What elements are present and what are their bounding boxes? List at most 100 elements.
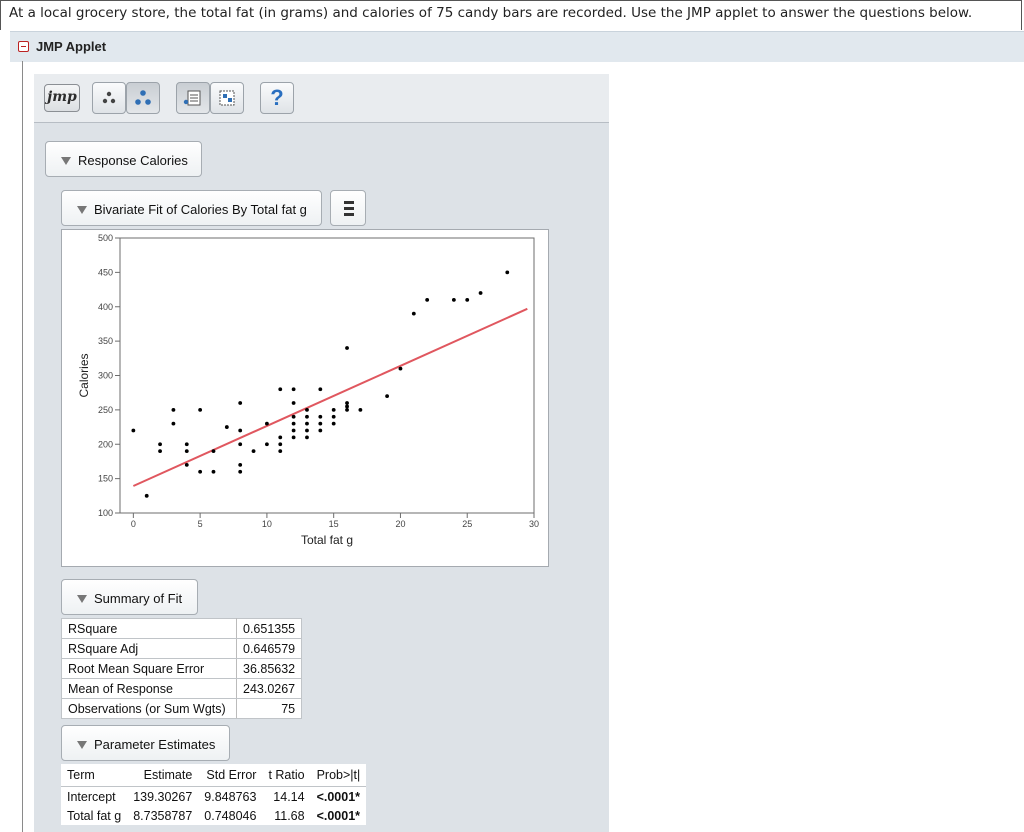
scatter-plot-svg: 100 150 200 250 300 350 400 450 500 0 5 10 15 20 25 30 T… <box>77 233 539 547</box>
scatter-chart: 100 150 200 250 300 350 400 450 500 0 5 10 15 20 25 30 T… <box>61 229 549 567</box>
data-point <box>184 462 189 467</box>
param-cell: 8.7358787 <box>133 808 193 823</box>
options-menu-button[interactable] <box>330 190 366 226</box>
y-tick-label: 250 <box>98 405 113 415</box>
data-point <box>238 442 243 447</box>
grid-icon <box>219 90 235 106</box>
fit-value: 75 <box>235 698 303 719</box>
y-tick-label: 300 <box>98 371 113 381</box>
x-tick-label: 10 <box>262 519 272 529</box>
fit-label: RSquare <box>61 618 237 639</box>
data-point <box>318 414 323 419</box>
data-point <box>318 421 323 426</box>
data-point <box>265 442 269 447</box>
y-tick-label: 350 <box>98 336 113 346</box>
data-point <box>305 407 309 412</box>
plot-area <box>119 237 535 514</box>
report-button[interactable] <box>176 82 210 114</box>
data-point <box>198 407 203 412</box>
data-point <box>184 449 189 454</box>
large-points-icon <box>135 90 151 105</box>
large-points-button[interactable] <box>126 82 160 114</box>
left-divider <box>22 61 23 832</box>
data-point <box>345 407 349 412</box>
data-point <box>158 449 162 454</box>
jmp-applet: jmp ? Response Calories Bivariate Fit of… <box>34 74 609 832</box>
data-point <box>305 414 309 419</box>
data-point <box>131 428 136 433</box>
menu-icon <box>344 207 354 210</box>
y-axis-label: Calories <box>77 353 91 397</box>
data-point <box>398 366 403 371</box>
x-tick-label: 0 <box>131 519 136 529</box>
fit-row: RSquare 0.651355 <box>61 618 303 639</box>
param-header-row: Term Estimate Std Error t Ratio Prob>|t| <box>61 764 367 787</box>
data-point <box>385 394 389 399</box>
param-cell: 0.748046 <box>204 808 257 823</box>
data-point <box>278 387 283 392</box>
param-header: Prob>|t| <box>310 764 367 787</box>
grid-button[interactable] <box>210 82 244 114</box>
y-tick-label: 450 <box>98 267 113 277</box>
response-calories-outline[interactable]: Response Calories <box>45 141 202 177</box>
applet-header[interactable]: JMP Applet <box>10 31 1024 62</box>
param-header: Term <box>61 764 128 787</box>
summary-of-fit-outline[interactable]: Summary of Fit <box>61 579 198 615</box>
menu-icon <box>344 201 354 204</box>
data-point <box>224 425 229 429</box>
data-point <box>291 435 296 440</box>
x-axis-label: Total fat g <box>301 533 353 547</box>
question-text: At a local grocery store, the total fat … <box>0 0 1022 30</box>
small-points-button[interactable] <box>92 82 126 114</box>
param-cell: 14.14 <box>273 789 305 804</box>
param-cell: Total fat g <box>67 808 122 823</box>
disclosure-triangle-icon <box>77 741 87 749</box>
data-point <box>278 449 283 454</box>
param-header: t Ratio <box>262 764 311 787</box>
parameter-estimates-outline[interactable]: Parameter Estimates <box>61 725 230 761</box>
data-point <box>451 297 456 302</box>
menu-icon <box>344 213 354 216</box>
param-cell: Intercept <box>67 789 116 804</box>
disclosure-triangle-icon <box>77 595 87 603</box>
outline-label: Summary of Fit <box>94 591 183 606</box>
disclosure-triangle-icon <box>77 206 87 214</box>
applet-toolbar: jmp ? <box>34 74 609 123</box>
data-point <box>211 469 216 474</box>
data-point <box>291 421 296 426</box>
data-point <box>238 469 243 474</box>
x-tick-label: 30 <box>529 519 539 529</box>
data-point <box>331 421 336 426</box>
x-tick-label: 20 <box>395 519 405 529</box>
param-row: Intercept 139.30267 9.848763 14.14 <.0001* <box>61 787 366 807</box>
data-point <box>425 297 430 302</box>
parameter-estimates-table: Term Estimate Std Error t Ratio Prob>|t| Inte… <box>61 764 367 825</box>
data-point <box>211 449 216 454</box>
x-tick-label: 5 <box>198 519 203 529</box>
disclosure-triangle-icon <box>61 157 71 165</box>
data-point <box>318 387 323 392</box>
collapse-icon[interactable] <box>18 41 29 52</box>
report-icon <box>183 90 201 106</box>
param-cell: <.0001* <box>316 808 361 823</box>
data-point <box>251 449 256 454</box>
data-point <box>171 421 176 426</box>
param-header: Estimate <box>127 764 199 787</box>
data-point <box>331 414 336 419</box>
fit-label: Root Mean Square Error <box>61 658 237 679</box>
data-point <box>305 421 309 426</box>
data-point <box>291 414 296 419</box>
outline-label: Bivariate Fit of Calories By Total fat g <box>94 202 307 217</box>
x-tick-label: 25 <box>462 519 472 529</box>
help-button[interactable]: ? <box>260 82 294 114</box>
data-point <box>238 428 243 433</box>
param-cell: 139.30267 <box>133 789 193 804</box>
data-point <box>305 428 309 433</box>
fit-label: Mean of Response <box>61 678 237 699</box>
bivariate-fit-outline[interactable]: Bivariate Fit of Calories By Total fat g <box>61 190 322 226</box>
param-cell: <.0001* <box>316 789 361 804</box>
data-point <box>331 407 336 412</box>
param-row: Total fat g 8.7358787 0.748046 11.68 <.0001* <box>61 806 366 825</box>
data-point <box>291 428 296 433</box>
fit-row: Root Mean Square Error 36.85632 <box>61 658 303 679</box>
